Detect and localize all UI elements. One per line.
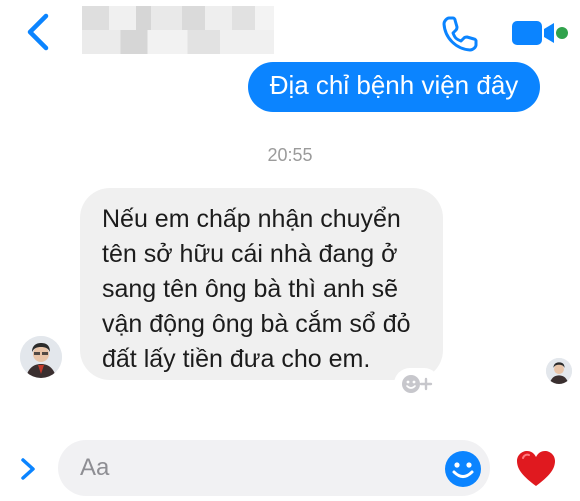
conversation-header (0, 0, 580, 68)
received-message-line: sang tên ông bà thì anh sẽ (102, 275, 399, 303)
online-status-dot (556, 27, 568, 39)
sent-message-bubble[interactable]: Địa chỉ bệnh viện đây (248, 62, 540, 112)
contact-name-blurred[interactable] (82, 6, 274, 54)
heart-icon[interactable] (514, 449, 558, 489)
read-receipt-avatar (546, 358, 572, 384)
message-input[interactable] (58, 440, 490, 496)
add-reaction-button[interactable] (394, 368, 440, 400)
chevron-right-icon[interactable] (18, 457, 38, 481)
sender-avatar[interactable] (20, 336, 62, 378)
phone-icon[interactable] (440, 14, 480, 54)
received-message-line: Nếu em chấp nhận chuyển (102, 205, 401, 233)
received-message-line: tên sở hữu cái nhà đang ở (102, 240, 398, 268)
chevron-left-icon[interactable] (22, 12, 52, 52)
sent-message-text: Địa chỉ bệnh viện đây (269, 70, 519, 100)
smiley-icon[interactable] (443, 449, 483, 489)
received-message-line: vận động ông bà cắm sổ đỏ (102, 310, 411, 338)
smiley-plus-icon (402, 375, 433, 393)
received-message-line: đất lấy tiền đưa cho em. (102, 345, 371, 373)
message-timestamp: 20:55 (267, 145, 313, 165)
video-camera-icon[interactable] (510, 17, 570, 49)
received-message-bubble[interactable]: Nếu em chấp nhận chuyển tên sở hữu cái n… (80, 188, 443, 380)
